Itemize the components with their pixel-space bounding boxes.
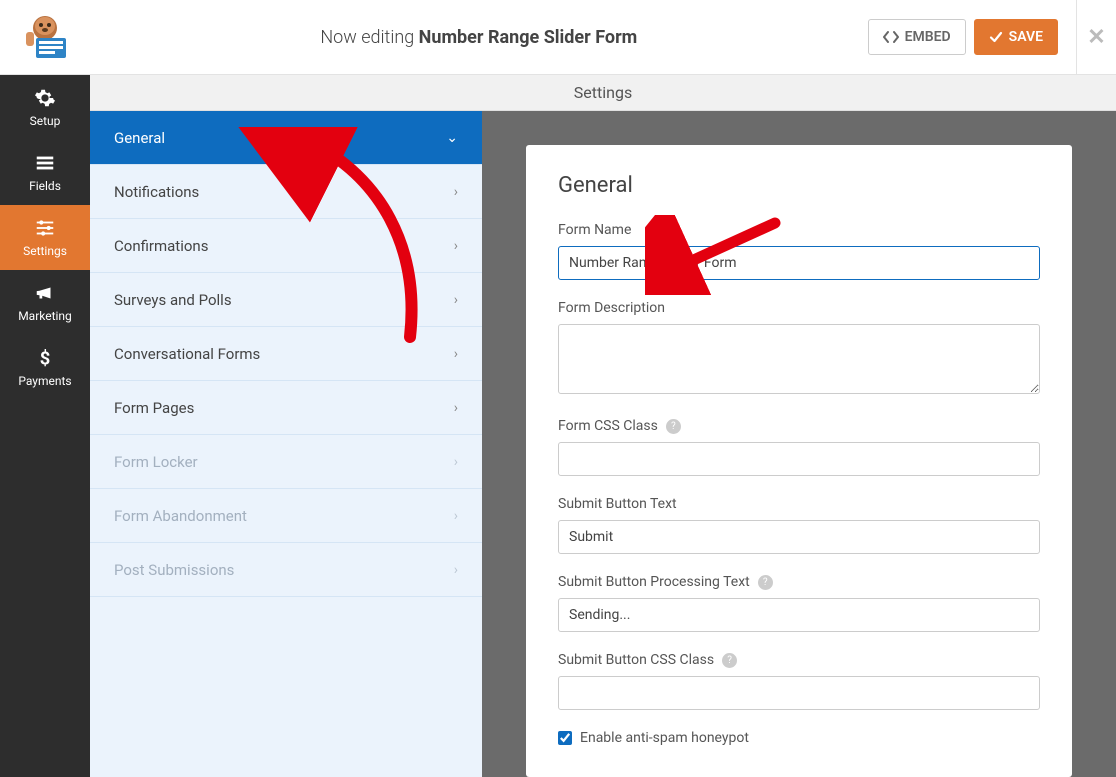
- submit-processing-input[interactable]: [558, 598, 1040, 632]
- check-icon: [989, 30, 1003, 44]
- app-logo: [0, 10, 90, 64]
- save-label: SAVE: [1009, 29, 1043, 45]
- section-formpages-label: Form Pages: [114, 399, 194, 417]
- help-icon[interactable]: ?: [758, 575, 773, 590]
- section-notifications-label: Notifications: [114, 183, 199, 201]
- chevron-right-icon: ›: [454, 508, 458, 524]
- honeypot-checkbox[interactable]: [558, 731, 572, 745]
- panel-title: General: [558, 173, 1040, 198]
- nav-payments[interactable]: $ Payments: [0, 335, 90, 400]
- form-desc-input[interactable]: [558, 324, 1040, 394]
- submit-css-input[interactable]: [558, 676, 1040, 710]
- submit-text-label: Submit Button Text: [558, 496, 1040, 512]
- help-icon[interactable]: ?: [722, 653, 737, 668]
- field-submit-css: Submit Button CSS Class ?: [558, 652, 1040, 710]
- close-icon[interactable]: ✕: [1087, 25, 1105, 50]
- settings-panel-area: General Form Name Form Description Form …: [482, 75, 1116, 777]
- honeypot-label: Enable anti-spam honeypot: [580, 730, 749, 746]
- left-nav: Setup Fields Settings Marketing $ Paymen…: [0, 75, 90, 777]
- section-general-label: General: [114, 129, 165, 147]
- field-honeypot: Enable anti-spam honeypot: [558, 730, 1040, 746]
- field-submit-text: Submit Button Text: [558, 496, 1040, 554]
- chevron-right-icon: ›: [454, 292, 458, 308]
- code-icon: [883, 29, 899, 45]
- nav-marketing[interactable]: Marketing: [0, 270, 90, 335]
- field-form-name: Form Name: [558, 222, 1040, 280]
- section-confirmations-label: Confirmations: [114, 237, 208, 255]
- css-class-label: Form CSS Class: [558, 418, 658, 434]
- dollar-icon: $: [34, 347, 56, 369]
- nav-marketing-label: Marketing: [18, 309, 72, 323]
- nav-settings[interactable]: Settings: [0, 205, 90, 270]
- css-class-input[interactable]: [558, 442, 1040, 476]
- sliders-icon: [34, 217, 56, 239]
- form-name-input[interactable]: [558, 246, 1040, 280]
- section-formlocker[interactable]: Form Locker ›: [90, 435, 482, 489]
- top-bar: Now editing Number Range Slider Form EMB…: [0, 0, 1116, 75]
- nav-settings-label: Settings: [23, 244, 67, 258]
- settings-header-label: Settings: [574, 83, 632, 102]
- nav-fields-label: Fields: [29, 179, 61, 193]
- editing-prefix: Now editing: [320, 27, 414, 48]
- field-submit-processing: Submit Button Processing Text ?: [558, 574, 1040, 632]
- section-notifications[interactable]: Notifications ›: [90, 165, 482, 219]
- settings-header: Settings: [90, 75, 1116, 111]
- page-title: Now editing Number Range Slider Form: [90, 27, 868, 48]
- nav-setup[interactable]: Setup: [0, 75, 90, 140]
- svg-text:$: $: [40, 348, 51, 369]
- submit-css-label: Submit Button CSS Class: [558, 652, 714, 668]
- close-column: ✕: [1076, 0, 1116, 75]
- section-postsubmissions[interactable]: Post Submissions ›: [90, 543, 482, 597]
- embed-button[interactable]: EMBED: [868, 19, 966, 55]
- form-desc-label: Form Description: [558, 300, 1040, 316]
- content-columns: Settings General ⌄ Notifications › Confi…: [90, 75, 1116, 777]
- field-form-desc: Form Description: [558, 300, 1040, 398]
- submit-text-input[interactable]: [558, 520, 1040, 554]
- section-abandonment-label: Form Abandonment: [114, 507, 247, 525]
- chevron-down-icon: ⌄: [446, 130, 458, 146]
- settings-section-list: General ⌄ Notifications › Confirmations …: [90, 75, 482, 777]
- wpforms-logo-icon: [18, 10, 72, 64]
- section-surveys[interactable]: Surveys and Polls ›: [90, 273, 482, 327]
- header-actions: EMBED SAVE: [868, 19, 1076, 55]
- embed-label: EMBED: [905, 29, 951, 45]
- section-postsubmissions-label: Post Submissions: [114, 561, 234, 579]
- bullhorn-icon: [34, 282, 56, 304]
- chevron-right-icon: ›: [454, 400, 458, 416]
- section-formlocker-label: Form Locker: [114, 453, 198, 471]
- main-area: Setup Fields Settings Marketing $ Paymen…: [0, 75, 1116, 777]
- chevron-right-icon: ›: [454, 454, 458, 470]
- chevron-right-icon: ›: [454, 184, 458, 200]
- gear-icon: [34, 87, 56, 109]
- chevron-right-icon: ›: [454, 562, 458, 578]
- chevron-right-icon: ›: [454, 238, 458, 254]
- save-button[interactable]: SAVE: [974, 19, 1058, 55]
- form-title: Number Range Slider Form: [419, 27, 638, 48]
- section-abandonment[interactable]: Form Abandonment ›: [90, 489, 482, 543]
- section-general[interactable]: General ⌄: [90, 111, 482, 165]
- general-panel: General Form Name Form Description Form …: [526, 145, 1072, 777]
- submit-processing-label: Submit Button Processing Text: [558, 574, 750, 590]
- chevron-right-icon: ›: [454, 346, 458, 362]
- field-css-class: Form CSS Class ?: [558, 418, 1040, 476]
- nav-payments-label: Payments: [18, 374, 71, 388]
- nav-setup-label: Setup: [30, 114, 61, 128]
- help-icon[interactable]: ?: [666, 419, 681, 434]
- form-name-label: Form Name: [558, 222, 1040, 238]
- section-formpages[interactable]: Form Pages ›: [90, 381, 482, 435]
- section-confirmations[interactable]: Confirmations ›: [90, 219, 482, 273]
- section-conversational-label: Conversational Forms: [114, 345, 260, 363]
- list-icon: [34, 152, 56, 174]
- section-conversational[interactable]: Conversational Forms ›: [90, 327, 482, 381]
- nav-fields[interactable]: Fields: [0, 140, 90, 205]
- section-surveys-label: Surveys and Polls: [114, 291, 232, 309]
